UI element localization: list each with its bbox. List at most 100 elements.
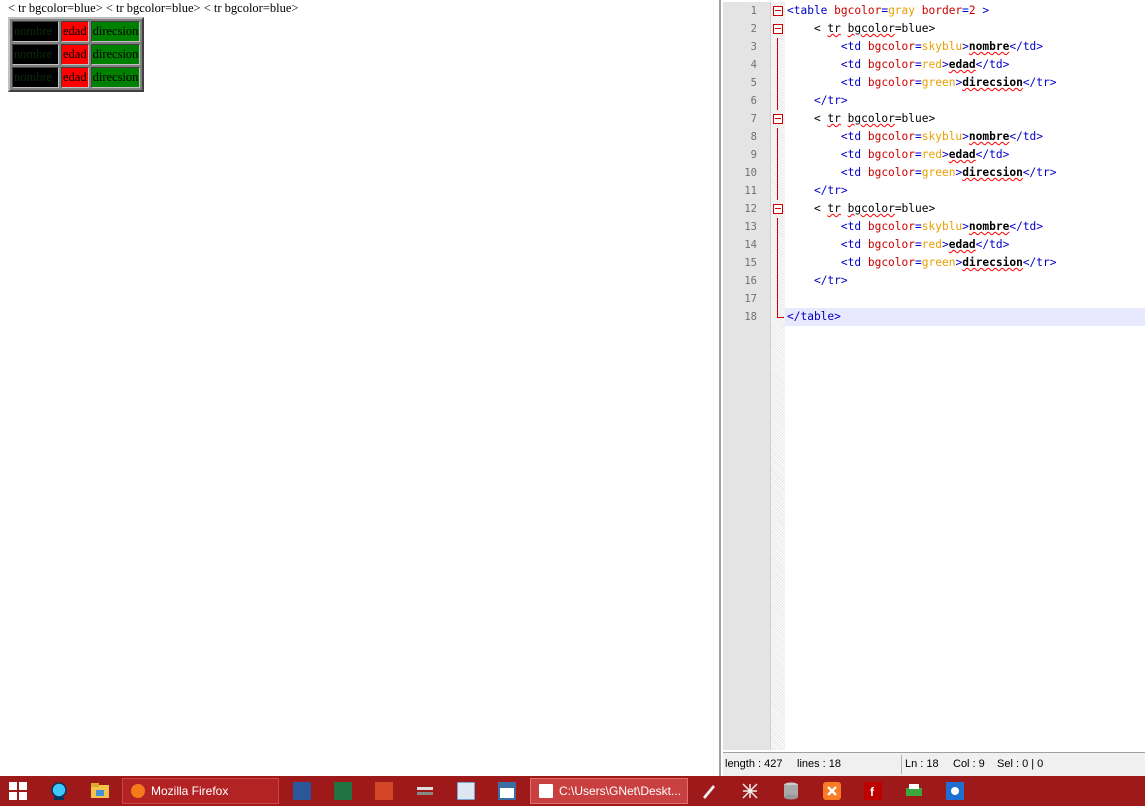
fold-end-marker bbox=[777, 308, 784, 318]
notepad-plus-editor[interactable]: 1 <table bgcolor=gray border=2 >2 < tr bg… bbox=[719, 0, 1145, 776]
code-token: =blue> bbox=[894, 202, 936, 215]
code-token: red bbox=[921, 58, 942, 71]
file-explorer-icon[interactable] bbox=[88, 779, 112, 803]
line-number: 14 bbox=[744, 239, 757, 251]
code-token: <td bbox=[840, 238, 868, 251]
tools-icon[interactable] bbox=[413, 779, 437, 803]
code-line[interactable]: 5 <td bgcolor=green>direcsion</tr> bbox=[751, 74, 1145, 92]
code-token: edad bbox=[948, 58, 976, 71]
code-token: > bbox=[962, 220, 969, 233]
code-line[interactable]: 7 < tr bgcolor=blue> bbox=[751, 110, 1145, 128]
xampp-icon[interactable] bbox=[820, 779, 844, 803]
powerpoint-icon[interactable] bbox=[372, 779, 396, 803]
code-line[interactable]: 18 </table> bbox=[744, 308, 1145, 326]
code-line[interactable]: 8 <td bgcolor=skyblu>nombre</td> bbox=[751, 128, 1145, 146]
demo-table-cell-c3: direcsion bbox=[90, 44, 141, 65]
code-text: < tr bgcolor=blue> bbox=[787, 110, 935, 128]
fold-guide bbox=[777, 182, 778, 200]
code-token: < bbox=[787, 22, 828, 35]
code-token: direcsion bbox=[962, 166, 1023, 179]
demo-table-cell-c3: direcsion bbox=[90, 21, 141, 42]
code-token: = bbox=[915, 220, 922, 233]
windows-start-icon[interactable] bbox=[6, 779, 30, 803]
remote-desktop-icon[interactable] bbox=[943, 779, 967, 803]
code-token: edad bbox=[948, 238, 976, 251]
line-number: 9 bbox=[750, 149, 757, 161]
code-token: bgcolor bbox=[867, 148, 915, 161]
code-token: bgcolor bbox=[834, 4, 882, 17]
code-token: <td bbox=[840, 256, 868, 269]
code-token: gray bbox=[888, 4, 916, 17]
word-icon[interactable] bbox=[290, 779, 314, 803]
demo-table-cell-c1: nombre bbox=[12, 67, 59, 88]
notepad-label: C:\Users\GNet\Deskt... bbox=[559, 784, 682, 798]
code-line[interactable]: 11 </tr> bbox=[744, 182, 1145, 200]
printer-icon[interactable] bbox=[902, 779, 926, 803]
code-token: <td bbox=[840, 220, 868, 233]
code-token: skyblu bbox=[921, 130, 963, 143]
status-divider bbox=[901, 755, 902, 774]
code-text: <td bgcolor=skyblu>nombre</td> bbox=[787, 218, 1043, 236]
code-line[interactable]: 14 <td bgcolor=red>edad</td> bbox=[744, 236, 1145, 254]
filezilla-icon[interactable]: f bbox=[861, 779, 885, 803]
code-line[interactable]: 15 <td bgcolor=green>direcsion</tr> bbox=[744, 254, 1145, 272]
code-token: bgcolor bbox=[847, 202, 895, 215]
fold-collapse-icon[interactable] bbox=[773, 24, 783, 34]
fold-guide bbox=[777, 272, 778, 290]
fold-collapse-icon[interactable] bbox=[773, 114, 783, 124]
code-line[interactable]: 10 <td bgcolor=green>direcsion</tr> bbox=[744, 164, 1145, 182]
line-number: 2 bbox=[750, 23, 757, 35]
code-line[interactable]: 17 bbox=[744, 290, 1145, 308]
excel-icon[interactable] bbox=[331, 779, 355, 803]
code-line[interactable]: 9 <td bgcolor=red>edad</td> bbox=[751, 146, 1145, 164]
code-token: skyblu bbox=[921, 40, 963, 53]
code-token: > bbox=[941, 238, 949, 251]
line-number: 16 bbox=[744, 275, 757, 287]
demo-table: nombre edad direcsion nombre edad direcsion no… bbox=[8, 17, 145, 92]
database-icon[interactable] bbox=[779, 779, 803, 803]
code-token: border bbox=[915, 4, 963, 17]
demo-table-row: nombre edad direcsion bbox=[12, 67, 141, 88]
fold-guide bbox=[777, 56, 778, 74]
line-number: 1 bbox=[750, 5, 757, 17]
code-line[interactable]: 16 </tr> bbox=[744, 272, 1145, 290]
code-token: </td> bbox=[1009, 130, 1044, 143]
fold-collapse-icon[interactable] bbox=[773, 6, 783, 16]
code-line[interactable]: 4 <td bgcolor=red>edad</td> bbox=[751, 56, 1145, 74]
app-window-icon[interactable] bbox=[495, 779, 519, 803]
code-line[interactable]: 13 <td bgcolor=skyblu>nombre</td> bbox=[744, 218, 1145, 236]
network-icon[interactable] bbox=[738, 779, 762, 803]
code-token: direcsion bbox=[962, 256, 1023, 269]
code-token: red bbox=[921, 148, 942, 161]
code-line[interactable]: 2 < tr bgcolor=blue> bbox=[751, 20, 1145, 38]
code-text: <td bgcolor=skyblu>nombre</td> bbox=[787, 38, 1043, 56]
code-token: bgcolor bbox=[867, 238, 915, 251]
fold-collapse-icon[interactable] bbox=[773, 204, 783, 214]
line-number: 8 bbox=[750, 131, 757, 143]
code-token: <td bbox=[840, 40, 868, 53]
code-token: nombre bbox=[968, 40, 1010, 53]
code-line[interactable]: 12 < tr bgcolor=blue> bbox=[744, 200, 1145, 218]
code-token: = bbox=[915, 130, 922, 143]
firefox-icon bbox=[131, 784, 145, 798]
code-text: <table bgcolor=gray border=2 > bbox=[787, 2, 989, 20]
line-number: 6 bbox=[750, 95, 757, 107]
visual-basic-icon[interactable] bbox=[454, 779, 478, 803]
code-line[interactable]: 1 <table bgcolor=gray border=2 > bbox=[751, 2, 1145, 20]
code-area[interactable]: 1 <table bgcolor=gray border=2 >2 < tr bg… bbox=[744, 2, 1145, 750]
code-text: < tr bgcolor=blue> bbox=[787, 200, 935, 218]
code-line[interactable]: 3 <td bgcolor=skyblu>nombre</td> bbox=[751, 38, 1145, 56]
code-token: bgcolor bbox=[867, 256, 915, 269]
taskbar-firefox-button[interactable]: Mozilla Firefox bbox=[122, 778, 279, 804]
code-token: <td bbox=[840, 76, 868, 89]
network-globe-icon[interactable] bbox=[47, 779, 71, 803]
taskbar-notepad-button[interactable]: C:\Users\GNet\Deskt... bbox=[530, 778, 688, 804]
code-token: </tr> bbox=[813, 94, 848, 107]
pen-icon[interactable] bbox=[697, 779, 721, 803]
code-line[interactable]: 6 </tr> bbox=[751, 92, 1145, 110]
line-number: 3 bbox=[750, 41, 757, 53]
